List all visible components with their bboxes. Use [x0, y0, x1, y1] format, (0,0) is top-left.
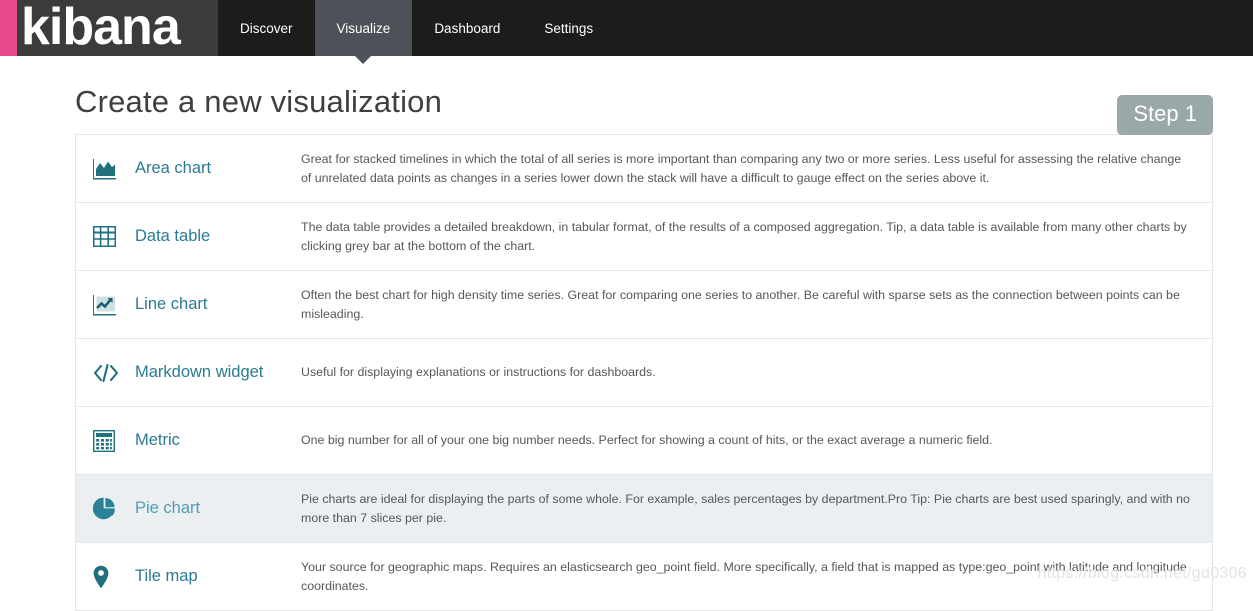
viz-row-markdown-widget[interactable]: Markdown widget Useful for displaying ex…: [76, 339, 1212, 407]
page-title: Create a new visualization: [75, 84, 443, 119]
brand-accent-bar: [0, 0, 17, 56]
viz-name-link[interactable]: Area chart: [123, 159, 211, 178]
kibana-logo[interactable]: kibana: [0, 0, 218, 56]
calculator-icon: [93, 429, 123, 452]
data-table-icon: [93, 226, 123, 247]
visualization-type-list: Area chart Great for stacked timelines i…: [75, 134, 1213, 611]
watermark: https://blog.csdn.net/gd0306: [1037, 565, 1247, 582]
viz-title-cell: Data table: [76, 203, 289, 270]
viz-title-cell: Metric: [76, 407, 289, 474]
viz-name-link[interactable]: Pie chart: [123, 499, 200, 518]
viz-title-cell: Tile map: [76, 543, 289, 610]
viz-description: Often the best chart for high density ti…: [301, 287, 1180, 321]
viz-row-line-chart[interactable]: Line chart Often the best chart for high…: [76, 271, 1212, 339]
page-header: Create a new visualization Step 1: [75, 56, 1213, 135]
viz-name-link[interactable]: Line chart: [123, 295, 207, 314]
markdown-code-icon: [93, 363, 123, 383]
nav-item-visualize[interactable]: Visualize: [314, 0, 413, 64]
viz-name-link[interactable]: Metric: [123, 431, 180, 450]
viz-row-area-chart[interactable]: Area chart Great for stacked timelines i…: [76, 135, 1212, 203]
viz-description: Useful for displaying explanations or in…: [301, 365, 656, 379]
viz-title-cell: Line chart: [76, 271, 289, 338]
page-content: Create a new visualization Step 1 Area c…: [0, 56, 1253, 611]
viz-description: One big number for all of your one big n…: [301, 433, 993, 447]
viz-description: Great for stacked timelines in which the…: [301, 151, 1182, 185]
map-marker-icon: [93, 565, 123, 589]
viz-title-cell: Area chart: [76, 135, 289, 202]
step-badge: Step 1: [1117, 95, 1213, 135]
viz-name-link[interactable]: Markdown widget: [123, 363, 263, 382]
viz-title-cell: Markdown widget: [76, 339, 289, 406]
nav-item-dashboard[interactable]: Dashboard: [412, 0, 523, 56]
area-chart-icon: [93, 158, 123, 180]
viz-description-cell: The data table provides a detailed break…: [289, 203, 1212, 270]
line-chart-icon: [93, 294, 123, 316]
viz-title-cell: Pie chart: [76, 475, 289, 542]
viz-description-cell: One big number for all of your one big n…: [289, 407, 1212, 474]
viz-description-cell: Often the best chart for high density ti…: [289, 271, 1212, 338]
viz-name-link[interactable]: Data table: [123, 227, 210, 246]
viz-row-pie-chart[interactable]: Pie chart Pie charts are ideal for displ…: [76, 475, 1212, 543]
nav-item-discover[interactable]: Discover: [218, 0, 315, 56]
viz-row-data-table[interactable]: Data table The data table provides a det…: [76, 203, 1212, 271]
viz-description-cell: Great for stacked timelines in which the…: [289, 135, 1212, 202]
top-navbar: kibana Discover Visualize Dashboard Sett…: [0, 0, 1253, 64]
nav-item-settings[interactable]: Settings: [522, 0, 616, 56]
viz-row-metric[interactable]: Metric One big number for all of your on…: [76, 407, 1212, 475]
brand-text: kibana: [21, 0, 181, 56]
viz-name-link[interactable]: Tile map: [123, 567, 198, 586]
viz-description: The data table provides a detailed break…: [301, 219, 1187, 253]
nav-items: Discover Visualize Dashboard Settings: [218, 0, 616, 64]
viz-description: Pie charts are ideal for displaying the …: [301, 491, 1190, 525]
pie-chart-icon: [93, 497, 123, 520]
viz-description-cell: Pie charts are ideal for displaying the …: [289, 475, 1212, 542]
viz-description-cell: Useful for displaying explanations or in…: [289, 339, 1212, 406]
